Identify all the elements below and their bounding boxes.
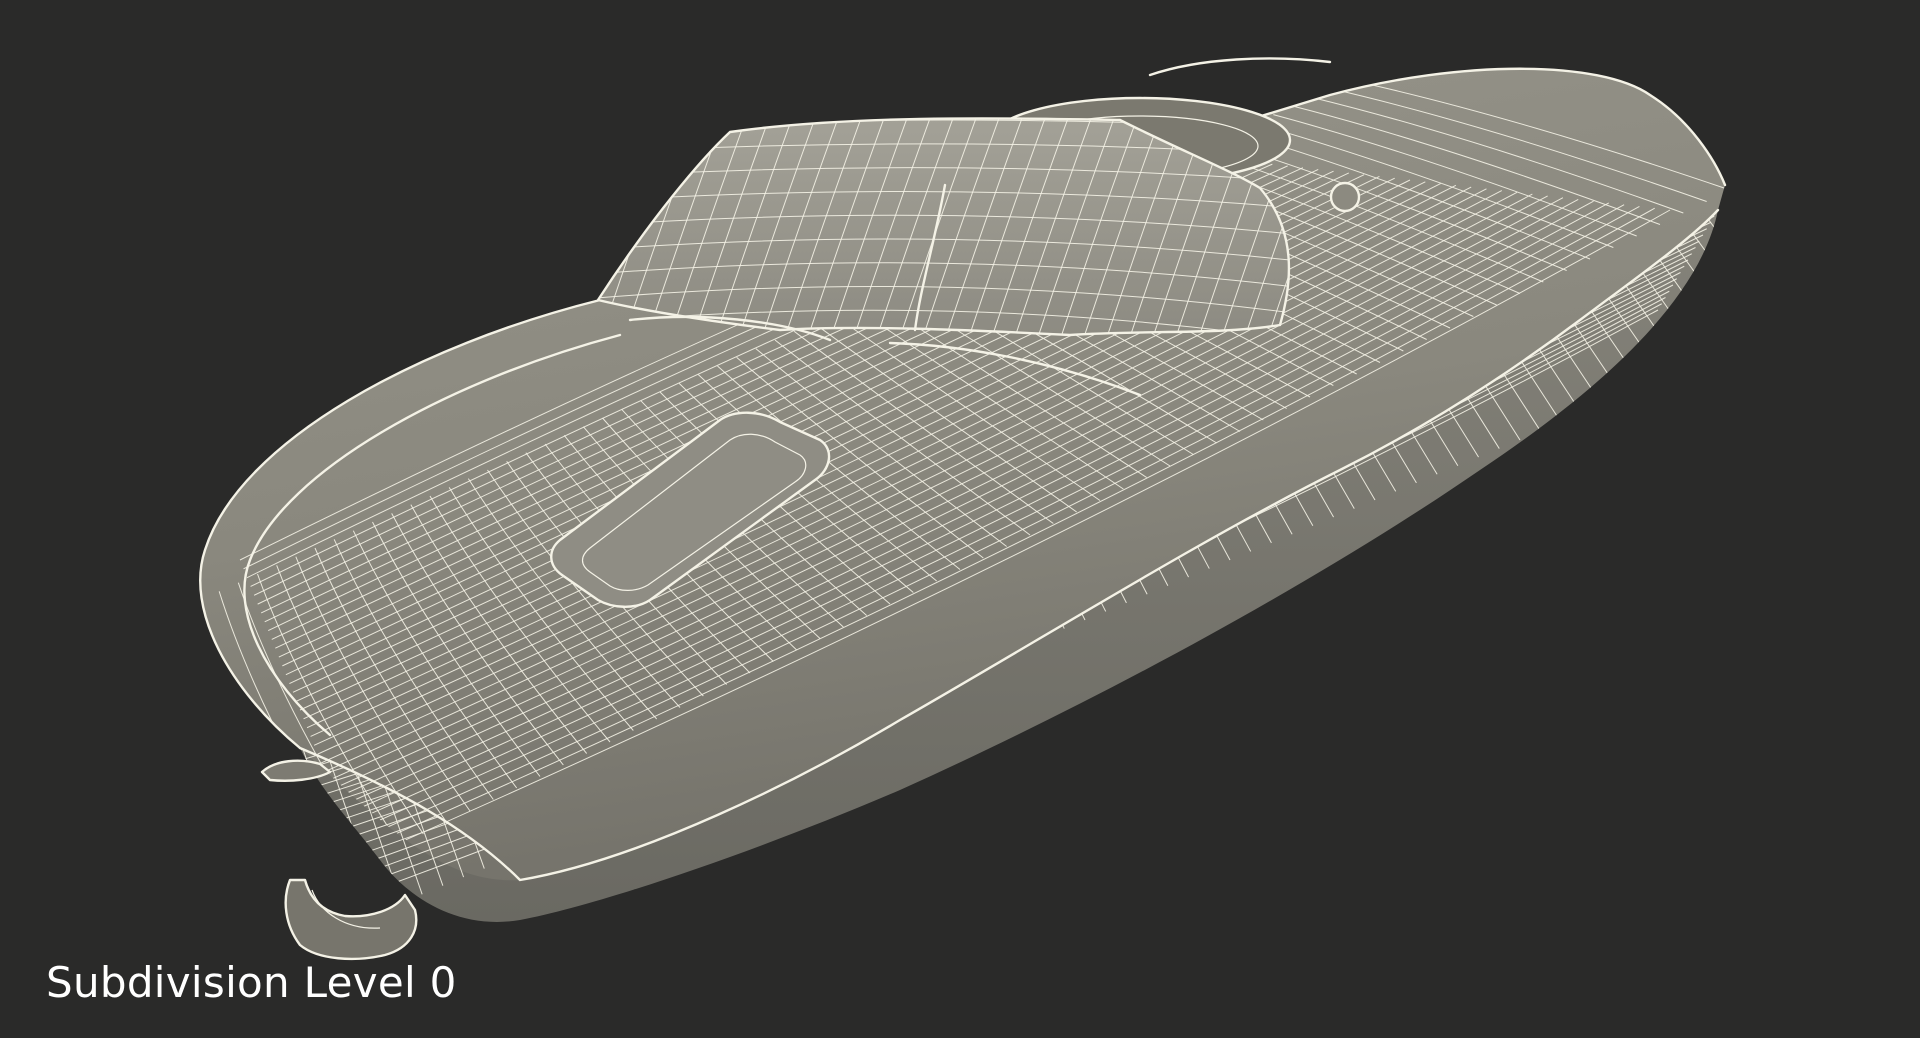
stern-light <box>1329 181 1361 213</box>
viewport[interactable]: Subdivision Level 0 <box>0 0 1920 1038</box>
subdivision-level-label: Subdivision Level 0 <box>46 958 457 1007</box>
boat-wireframe-render <box>0 0 1920 1038</box>
